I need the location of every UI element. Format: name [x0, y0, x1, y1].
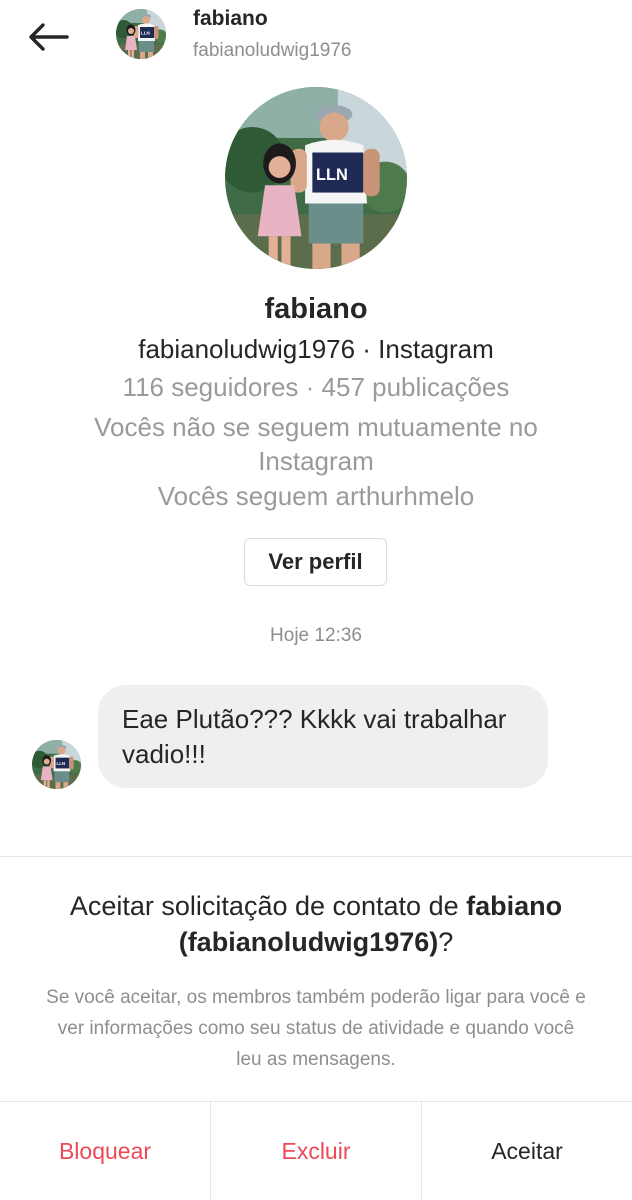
request-title: Aceitar solicitação de contato de fabian… [0, 888, 632, 960]
delete-button[interactable]: Excluir [210, 1102, 421, 1200]
block-button[interactable]: Bloquear [0, 1102, 210, 1200]
back-button[interactable] [22, 14, 74, 60]
header-avatar[interactable] [116, 9, 166, 59]
arrow-left-icon [29, 23, 69, 51]
request-title-prefix: Aceitar solicitação de contato de [69, 891, 467, 921]
divider [0, 856, 632, 857]
request-title-suffix: ? [438, 927, 454, 957]
request-description: Se você aceitar, os membros também poder… [46, 987, 586, 1070]
header-name[interactable]: fabiano [193, 7, 268, 31]
you-follow-note: Vocês seguem arthurhmelo [157, 481, 475, 511]
profile-avatar[interactable] [225, 87, 407, 269]
request-actions: Bloquear Excluir Aceitar [0, 1101, 632, 1200]
profile-name: fabiano [264, 293, 368, 325]
message-timestamp: Hoje 12:36 [270, 625, 362, 646]
mutual-follow-note: Vocês não se seguem mutuamente no Instag… [94, 412, 538, 476]
profile-handle: fabianoludwig1976 · Instagram [138, 334, 494, 364]
view-profile-button[interactable]: Ver perfil [244, 538, 387, 586]
profile-stats: 116 seguidores · 457 publicações [122, 372, 510, 402]
header-handle: fabianoludwig1976 [193, 40, 352, 61]
message-bubble[interactable]: Eae Plutão??? Kkkk vai trabalhar vadio!!… [98, 685, 548, 788]
message-sender-avatar[interactable] [32, 740, 81, 789]
accept-button[interactable]: Aceitar [421, 1102, 632, 1200]
conversation-header: fabiano fabianoludwig1976 [0, 0, 632, 80]
